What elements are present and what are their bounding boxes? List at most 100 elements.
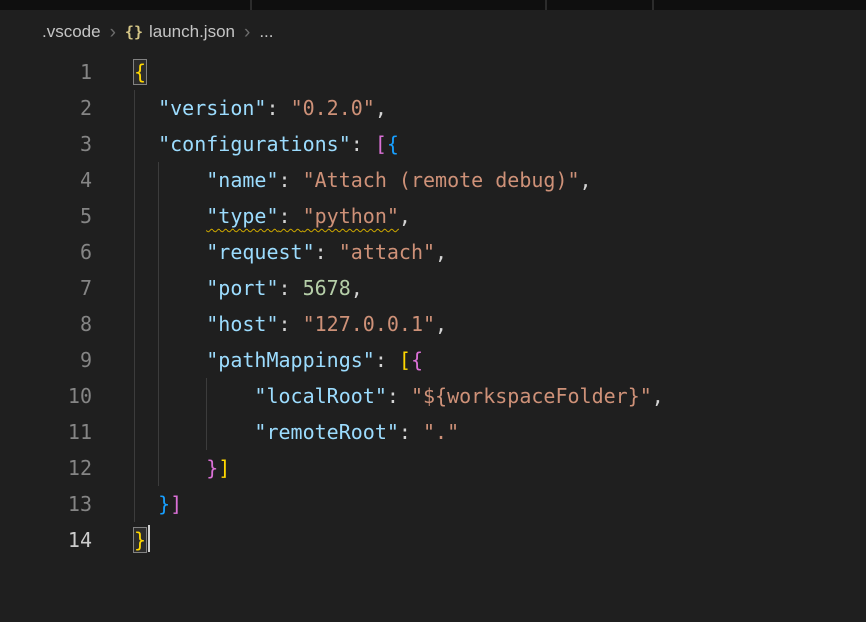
code-token	[134, 492, 158, 516]
code-token: "name"	[206, 168, 278, 192]
code-token	[134, 312, 206, 336]
code-token: "host"	[206, 312, 278, 336]
line-number[interactable]: 12	[0, 450, 92, 486]
code-token	[134, 456, 206, 480]
code-token: "configurations"	[158, 132, 351, 156]
line-number[interactable]: 4	[0, 162, 92, 198]
code-token: {	[411, 348, 423, 372]
code-token: :	[279, 312, 303, 336]
code-line: 7 "port": 5678,	[0, 270, 866, 306]
code-text[interactable]: "configurations": [{	[92, 126, 399, 162]
line-number[interactable]: 5	[0, 198, 92, 234]
code-line: 10 "localRoot": "${workspaceFolder}",	[0, 378, 866, 414]
code-token: ,	[375, 96, 387, 120]
line-number[interactable]: 1	[0, 54, 92, 90]
code-token: :	[266, 96, 290, 120]
code-token: ]	[170, 492, 182, 516]
code-line: 6 "request": "attach",	[0, 234, 866, 270]
code-text[interactable]: "localRoot": "${workspaceFolder}",	[92, 378, 664, 414]
code-text[interactable]: "remoteRoot": "."	[92, 414, 459, 450]
line-number[interactable]: 13	[0, 486, 92, 522]
line-number[interactable]: 6	[0, 234, 92, 270]
code-token: "pathMappings"	[206, 348, 375, 372]
code-text[interactable]: "request": "attach",	[92, 234, 447, 270]
editor: 1{2 "version": "0.2.0",3 "configurations…	[0, 54, 866, 558]
code-text[interactable]: }	[92, 522, 150, 558]
code-line: 1{	[0, 54, 866, 90]
breadcrumb-item[interactable]: .vscode	[42, 22, 101, 42]
code-token: "remoteRoot"	[254, 420, 399, 444]
line-number[interactable]: 10	[0, 378, 92, 414]
code-line: 13 }]	[0, 486, 866, 522]
breadcrumb-separator-icon: ›	[244, 23, 250, 42]
code-token	[134, 132, 158, 156]
code-text[interactable]: "type": "python",	[92, 198, 411, 234]
code-token: "python"	[303, 204, 399, 228]
code-text[interactable]: "version": "0.2.0",	[92, 90, 387, 126]
code-token: "attach"	[339, 240, 435, 264]
warning-squiggle: "type": "python"	[206, 204, 399, 228]
code-token: :	[387, 384, 411, 408]
code-token: 5678	[303, 276, 351, 300]
code-line: 14}	[0, 522, 866, 558]
code-token: :	[279, 276, 303, 300]
code-token: [	[399, 348, 411, 372]
code-line: 8 "host": "127.0.0.1",	[0, 306, 866, 342]
code-token: ,	[580, 168, 592, 192]
code-token: :	[279, 204, 303, 228]
code-token: "request"	[206, 240, 314, 264]
code-token: "."	[423, 420, 459, 444]
code-text[interactable]: }]	[92, 486, 182, 522]
code-line: 9 "pathMappings": [{	[0, 342, 866, 378]
code-text[interactable]: {	[92, 54, 146, 90]
code-token: "0.2.0"	[291, 96, 375, 120]
code-text[interactable]: "host": "127.0.0.1",	[92, 306, 447, 342]
code-token	[134, 348, 206, 372]
code-line: 2 "version": "0.2.0",	[0, 90, 866, 126]
code-line: 12 }]	[0, 450, 866, 486]
code-token: "127.0.0.1"	[303, 312, 435, 336]
code-token: :	[375, 348, 399, 372]
code-token: }	[158, 492, 170, 516]
code-line: 3 "configurations": [{	[0, 126, 866, 162]
code-token: "version"	[158, 96, 266, 120]
code-line: 4 "name": "Attach (remote debug)",	[0, 162, 866, 198]
breadcrumb: .vscode › {} launch.json ›...	[0, 10, 866, 54]
code-token: :	[279, 168, 303, 192]
code-text[interactable]: }]	[92, 450, 230, 486]
code-token: }	[206, 456, 218, 480]
breadcrumb-separator-icon: ›	[110, 23, 116, 42]
code-token: ,	[435, 312, 447, 336]
line-number[interactable]: 8	[0, 306, 92, 342]
code-token: "port"	[206, 276, 278, 300]
breadcrumb-item[interactable]: launch.json	[149, 22, 235, 42]
matched-bracket: {	[134, 60, 146, 84]
line-number[interactable]: 14	[0, 522, 92, 558]
line-number[interactable]: 2	[0, 90, 92, 126]
code-token: "type"	[206, 204, 278, 228]
code-token: [	[375, 132, 387, 156]
code-token	[134, 240, 206, 264]
code-token: ,	[652, 384, 664, 408]
code-text[interactable]: "name": "Attach (remote debug)",	[92, 162, 592, 198]
code-text[interactable]: "pathMappings": [{	[92, 342, 423, 378]
code-token	[134, 276, 206, 300]
breadcrumb-item[interactable]: ...	[259, 22, 273, 42]
line-number[interactable]: 11	[0, 414, 92, 450]
code-token	[134, 384, 254, 408]
code-text[interactable]: "port": 5678,	[92, 270, 363, 306]
code-token: "Attach (remote debug)"	[303, 168, 580, 192]
line-number[interactable]: 7	[0, 270, 92, 306]
tab-divider	[250, 0, 252, 10]
code-token: :	[315, 240, 339, 264]
code-token: ,	[399, 204, 411, 228]
line-number[interactable]: 3	[0, 126, 92, 162]
line-number[interactable]: 9	[0, 342, 92, 378]
json-file-icon: {}	[125, 23, 143, 41]
code-token	[134, 96, 158, 120]
code-token: "${workspaceFolder}"	[411, 384, 652, 408]
tab-bar	[0, 0, 866, 10]
text-cursor	[148, 525, 150, 552]
code-area[interactable]: 1{2 "version": "0.2.0",3 "configurations…	[0, 54, 866, 558]
code-token	[134, 168, 206, 192]
